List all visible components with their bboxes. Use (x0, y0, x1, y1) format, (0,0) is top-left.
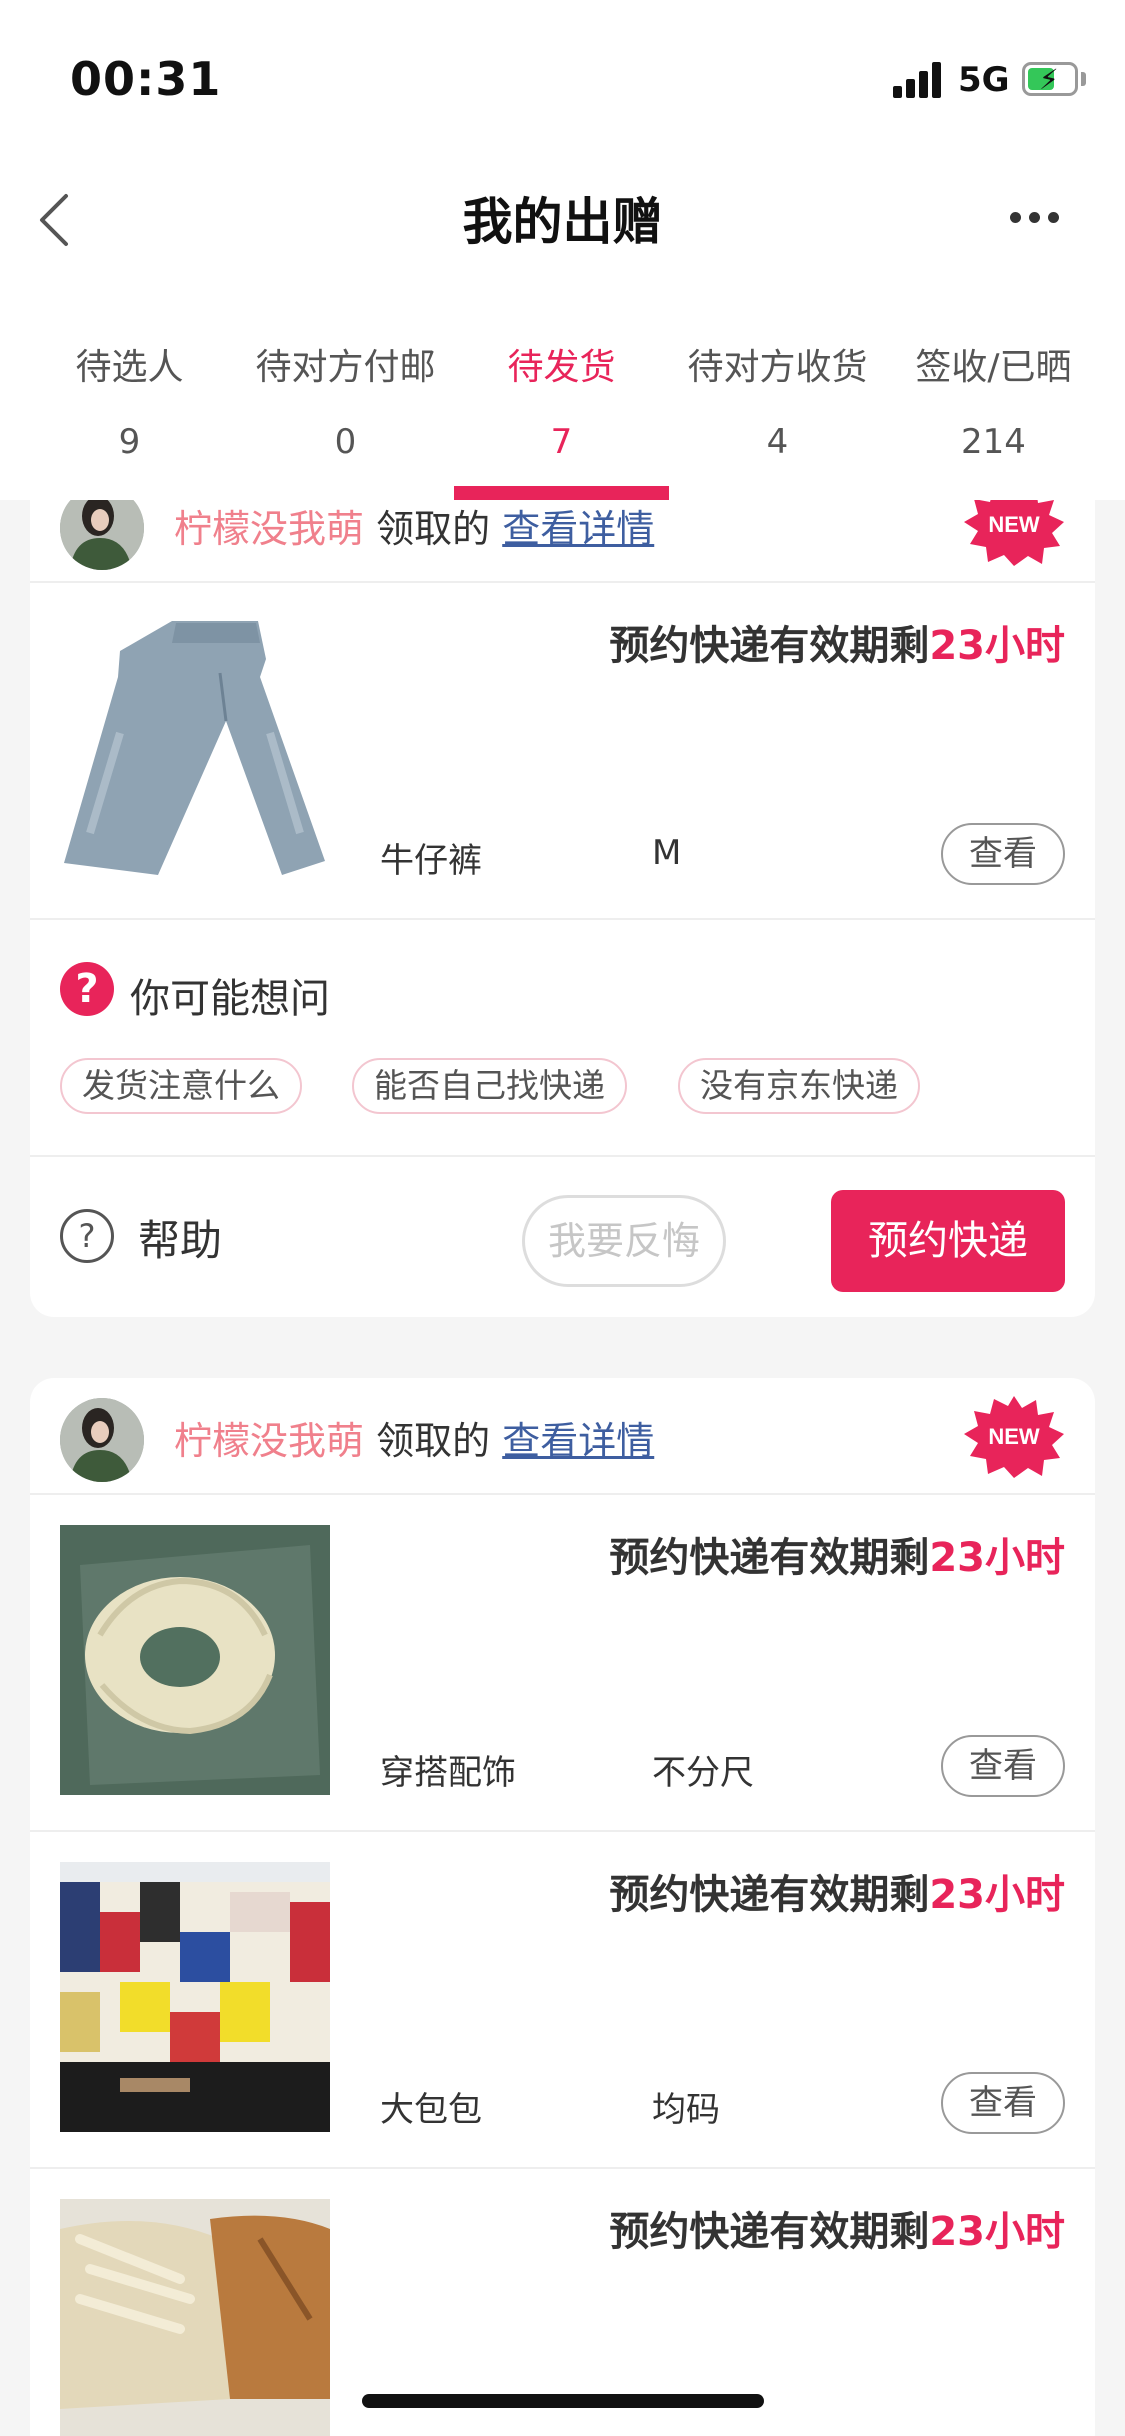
claimer-name[interactable]: 柠檬没我萌 (174, 1419, 364, 1463)
tab-pending-shipment[interactable]: 待发货 7 (454, 300, 669, 500)
network-type: 5G (958, 60, 1010, 100)
tab-pending-select[interactable]: 待选人 9 (22, 300, 237, 500)
tab-count: 0 (334, 422, 357, 462)
tab-pending-receipt[interactable]: 待对方收货 4 (670, 300, 885, 500)
tab-count: 7 (550, 422, 573, 462)
faq-section: ? 你可能想问 发货注意什么 能否自己找快递 没有京东快递 (30, 920, 1095, 1157)
claimer-name[interactable]: 柠檬没我萌 (174, 507, 364, 551)
order-item: 预约快递有效期剩23小时 大包包 均码 查看 (30, 1832, 1095, 2169)
cellular-signal-icon (893, 62, 945, 98)
tab-count: 9 (118, 422, 141, 462)
order-card-header: 柠檬没我萌 领取的 查看详情 NEW (30, 1378, 1095, 1495)
claimed-text: 领取的 (376, 1419, 491, 1463)
order-actions: ? 帮助 我要反悔 预约快递 (30, 1157, 1095, 1317)
tab-label: 待对方收货 (687, 347, 868, 388)
tab-count: 214 (961, 422, 1026, 462)
item-size: M (652, 833, 682, 873)
item-photo-bag[interactable] (60, 1862, 330, 2132)
claim-info: 柠檬没我萌 领取的 查看详情 (174, 500, 654, 553)
view-item-button[interactable]: 查看 (941, 823, 1065, 885)
view-item-button[interactable]: 查看 (941, 1735, 1065, 1797)
page-title: 我的出赠 (462, 193, 663, 251)
new-badge-icon: NEW (964, 500, 1064, 566)
battery-tip (1081, 72, 1086, 86)
order-card: 柠檬没我萌 领取的 查看详情 NEW 预约快递有效期剩23小时 牛仔裤 M 查看… (30, 500, 1095, 1317)
avatar[interactable] (60, 1398, 144, 1482)
tab-label: 待发货 (507, 347, 616, 388)
status-tabs: 待选人 9 待对方付邮 0 待发货 7 待对方收货 4 签收/已晒 214 (0, 300, 1125, 500)
item-photo-shoes[interactable] (60, 2199, 330, 2436)
view-item-button[interactable]: 查看 (941, 2072, 1065, 2134)
item-name: 穿搭配饰 (380, 1753, 516, 1793)
new-badge-icon: NEW (964, 1396, 1064, 1478)
item-name: 大包包 (380, 2090, 482, 2130)
deadline-hours: 23小时 (929, 1535, 1065, 1581)
deadline-hours: 23小时 (929, 1872, 1065, 1918)
view-details-link[interactable]: 查看详情 (502, 507, 654, 551)
tab-label: 待对方付邮 (255, 347, 436, 388)
tab-label: 签收/已晒 (915, 347, 1072, 388)
tab-count: 4 (766, 422, 789, 462)
status-time: 00:31 (70, 52, 222, 106)
tab-received-shared[interactable]: 签收/已晒 214 (886, 300, 1101, 500)
question-mark-icon: ? (60, 962, 114, 1016)
faq-chip[interactable]: 能否自己找快递 (352, 1058, 627, 1114)
deadline-text: 预约快递有效期剩 (609, 623, 930, 669)
order-card-header: 柠檬没我萌 领取的 查看详情 NEW (30, 500, 1095, 583)
faq-chip[interactable]: 发货注意什么 (60, 1058, 302, 1114)
help-label[interactable]: 帮助 (138, 1207, 222, 1268)
shipping-deadline: 预约快递有效期剩23小时 (609, 613, 1065, 671)
help-icon[interactable]: ? (60, 1209, 114, 1263)
deadline-hours: 23小时 (929, 2209, 1065, 2255)
item-size: 均码 (652, 2090, 720, 2130)
avatar[interactable] (60, 500, 144, 570)
tab-label: 待选人 (75, 347, 184, 388)
deadline-text: 预约快递有效期剩 (609, 2209, 930, 2255)
shipping-deadline: 预约快递有效期剩23小时 (609, 2199, 1065, 2257)
item-size: 不分尺 (652, 1753, 754, 1793)
order-card: 柠檬没我萌 领取的 查看详情 NEW 预约快递有效期剩23小时 穿搭配饰 不分尺… (30, 1378, 1095, 2436)
faq-chip[interactable]: 没有京东快递 (678, 1058, 920, 1114)
order-item: 预约快递有效期剩23小时 牛仔裤 M 查看 (30, 583, 1095, 920)
navigation-bar: 我的出赠 (0, 150, 1125, 300)
tab-pending-postage[interactable]: 待对方付邮 0 (238, 300, 453, 500)
deadline-text: 预约快递有效期剩 (609, 1872, 930, 1918)
item-name: 牛仔裤 (380, 841, 482, 881)
deadline-text: 预约快递有效期剩 (609, 1535, 930, 1581)
view-details-link[interactable]: 查看详情 (502, 1419, 654, 1463)
claim-info: 柠檬没我萌 领取的 查看详情 (174, 1410, 654, 1465)
home-indicator[interactable] (362, 2394, 764, 2408)
order-item: 预约快递有效期剩23小时 穿搭配饰 不分尺 查看 (30, 1495, 1095, 1832)
new-badge-label: NEW (988, 1424, 1040, 1449)
faq-title: 你可能想问 (130, 976, 330, 1022)
item-photo-scrunchie[interactable] (60, 1525, 330, 1795)
battery-charging-icon: ⚡ (1022, 62, 1078, 96)
book-courier-button[interactable]: 预约快递 (831, 1190, 1065, 1292)
more-options-icon[interactable] (1010, 212, 1060, 226)
regret-button[interactable]: 我要反悔 (522, 1195, 726, 1287)
active-tab-indicator (454, 486, 669, 500)
deadline-hours: 23小时 (929, 623, 1065, 669)
shipping-deadline: 预约快递有效期剩23小时 (609, 1525, 1065, 1583)
item-photo-jeans[interactable] (60, 613, 330, 883)
shipping-deadline: 预约快递有效期剩23小时 (609, 1862, 1065, 1920)
claimed-text: 领取的 (376, 507, 491, 551)
status-bar: 00:31 5G ⚡ (0, 0, 1125, 150)
new-badge-label: NEW (988, 512, 1040, 537)
order-list: 柠檬没我萌 领取的 查看详情 NEW 预约快递有效期剩23小时 牛仔裤 M 查看… (0, 500, 1125, 2436)
